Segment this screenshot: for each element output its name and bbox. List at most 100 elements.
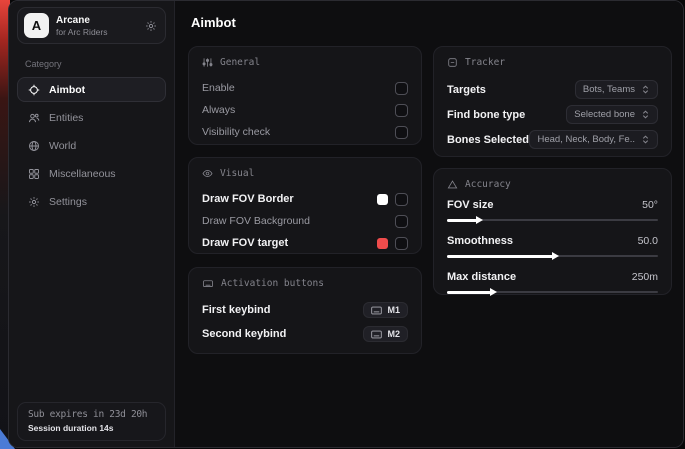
keyboard-icon: [202, 278, 214, 289]
sidebar-item-label: Settings: [49, 196, 87, 208]
setting-row-bones-selected: Bones Selected Head, Neck, Body, Fe..: [447, 127, 658, 152]
setting-label: Targets: [447, 84, 486, 96]
keyboard-icon: [371, 306, 382, 315]
app-logo: A: [24, 13, 49, 38]
sidebar-item-entities[interactable]: Entities: [17, 105, 166, 130]
eye-icon: [202, 168, 213, 179]
visual-card: Visual Draw FOV Border Draw FOV Backgrou…: [188, 157, 422, 254]
setting-row-visibility-check: Visibility check: [202, 121, 408, 143]
fov-border-color-swatch[interactable]: [377, 194, 388, 205]
slider-fill: [447, 219, 477, 222]
find-bone-type-select[interactable]: Selected bone: [566, 105, 658, 124]
fov-background-checkbox[interactable]: [395, 215, 408, 228]
slider-value: 50.0: [638, 235, 658, 247]
setting-row-fov-size: FOV size 50°: [447, 199, 658, 224]
section-title: Visual: [220, 168, 254, 179]
setting-row-enable: Enable: [202, 77, 408, 99]
sidebar-item-label: Entities: [49, 112, 83, 124]
general-card: General Enable Always Visibility check: [188, 46, 422, 145]
keyboard-icon: [371, 330, 382, 339]
fov-size-slider[interactable]: [447, 216, 658, 224]
always-checkbox[interactable]: [395, 104, 408, 117]
app-name: Arcane: [56, 15, 108, 27]
chevrons-up-down-icon: [641, 85, 650, 94]
subscription-card: Sub expires in 23d 20h Session duration …: [17, 402, 166, 441]
app-window: A Arcane for Arc Riders Category Aimbot: [8, 0, 684, 448]
scan-icon: [447, 57, 458, 68]
setting-row-always: Always: [202, 99, 408, 121]
session-duration-text: Session duration 14s: [28, 423, 155, 433]
keybind-value: M1: [387, 305, 400, 315]
sidebar-item-label: Aimbot: [49, 84, 85, 96]
setting-label: Bones Selected: [447, 134, 529, 146]
sidebar-item-label: World: [49, 140, 76, 152]
sliders-icon: [202, 57, 213, 68]
enable-checkbox[interactable]: [395, 82, 408, 95]
setting-row-fov-border: Draw FOV Border: [202, 188, 408, 210]
setting-row-max-distance: Max distance 250m: [447, 271, 658, 296]
fov-target-checkbox[interactable]: [395, 237, 408, 250]
section-title: Tracker: [465, 57, 505, 68]
sidebar-item-label: Miscellaneous: [49, 168, 116, 180]
chevrons-up-down-icon: [641, 110, 650, 119]
sidebar-item-miscellaneous[interactable]: Miscellaneous: [17, 161, 166, 186]
setting-row-smoothness: Smoothness 50.0: [447, 235, 658, 260]
category-label: Category: [25, 59, 166, 69]
setting-row-first-keybind: First keybind M1: [202, 298, 408, 322]
setting-row-fov-background: Draw FOV Background: [202, 210, 408, 232]
section-title: Accuracy: [465, 179, 511, 190]
second-keybind-button[interactable]: M2: [363, 326, 408, 342]
setting-label: First keybind: [202, 304, 270, 316]
section-title: General: [220, 57, 260, 68]
targets-select[interactable]: Bots, Teams: [575, 80, 658, 99]
setting-label: Smoothness: [447, 235, 513, 247]
entities-icon: [28, 112, 40, 124]
setting-label: Always: [202, 104, 235, 116]
app-titles: Arcane for Arc Riders: [56, 15, 108, 37]
main-content: Aimbot General Enable Always: [175, 1, 683, 447]
smoothness-slider[interactable]: [447, 252, 658, 260]
sidebar-item-world[interactable]: World: [17, 133, 166, 158]
slider-thumb[interactable]: [476, 216, 483, 224]
accuracy-card: Accuracy FOV size 50° Smoothness 50.0: [433, 168, 672, 295]
slider-fill: [447, 291, 491, 294]
setting-row-second-keybind: Second keybind M2: [202, 322, 408, 346]
grid-icon: [28, 168, 40, 180]
setting-label: Draw FOV Background: [202, 215, 310, 227]
sidebar-item-settings[interactable]: Settings: [17, 189, 166, 214]
max-distance-slider[interactable]: [447, 288, 658, 296]
sub-expiry-text: Sub expires in 23d 20h: [28, 409, 155, 420]
setting-row-targets: Targets Bots, Teams: [447, 77, 658, 102]
select-value: Bots, Teams: [583, 84, 635, 95]
sidebar-item-aimbot[interactable]: Aimbot: [17, 77, 166, 102]
setting-label: Second keybind: [202, 328, 286, 340]
page-title: Aimbot: [191, 15, 236, 30]
gear-icon: [28, 196, 40, 208]
app-subtitle: for Arc Riders: [56, 27, 108, 37]
setting-label: Visibility check: [202, 126, 270, 138]
sidebar: A Arcane for Arc Riders Category Aimbot: [9, 1, 175, 447]
gear-icon[interactable]: [145, 20, 157, 32]
slider-thumb[interactable]: [490, 288, 497, 296]
slider-fill: [447, 255, 553, 258]
first-keybind-button[interactable]: M1: [363, 302, 408, 318]
crosshair-icon: [28, 84, 40, 96]
visibility-check-checkbox[interactable]: [395, 126, 408, 139]
slider-value: 250m: [632, 271, 658, 283]
chevrons-up-down-icon: [641, 135, 650, 144]
section-title: Activation buttons: [221, 278, 324, 289]
select-value: Head, Neck, Body, Fe..: [537, 134, 635, 145]
setting-label: Max distance: [447, 271, 516, 283]
setting-label: FOV size: [447, 199, 493, 211]
slider-thumb[interactable]: [552, 252, 559, 260]
select-value: Selected bone: [574, 109, 635, 120]
setting-label: Enable: [202, 82, 235, 94]
tracker-card: Tracker Targets Bots, Teams Find bone ty…: [433, 46, 672, 157]
setting-row-fov-target: Draw FOV target: [202, 232, 408, 254]
fov-border-checkbox[interactable]: [395, 193, 408, 206]
bones-selected-select[interactable]: Head, Neck, Body, Fe..: [529, 130, 658, 149]
setting-label: Draw FOV target: [202, 237, 288, 249]
fov-target-color-swatch[interactable]: [377, 238, 388, 249]
app-header-card: A Arcane for Arc Riders: [17, 7, 166, 44]
globe-icon: [28, 140, 40, 152]
